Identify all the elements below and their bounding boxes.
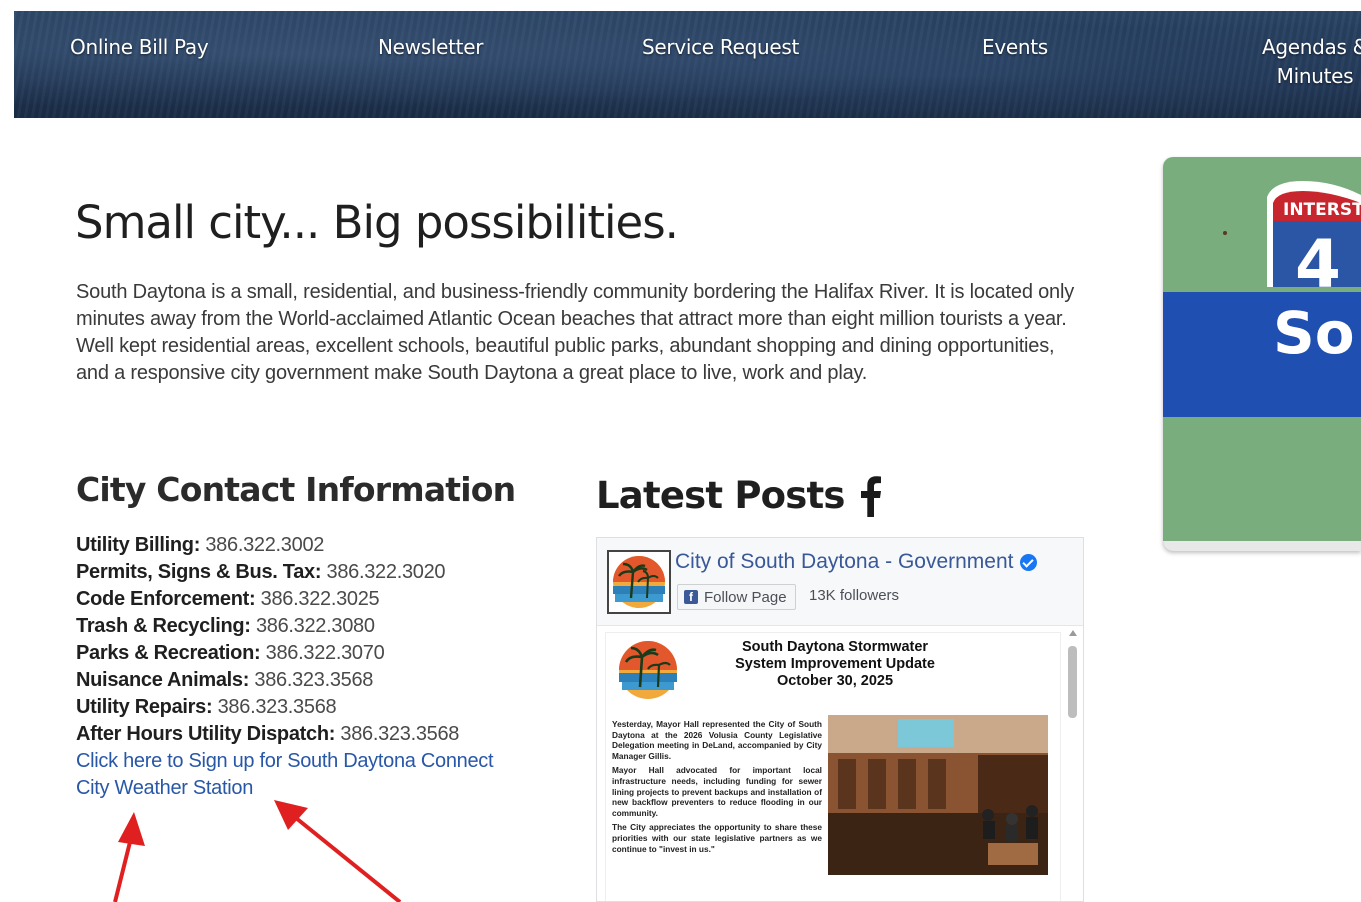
nav-agendas-minutes[interactable]: Agendas & Minutes: [1250, 33, 1361, 91]
arrow-left-icon: [113, 812, 145, 902]
follow-page-button[interactable]: f Follow Page: [677, 584, 796, 610]
facebook-post[interactable]: South Daytona Stormwater System Improvem…: [605, 632, 1061, 901]
contact-label: Nuisance Animals:: [76, 669, 250, 691]
contact-phone: 386.322.3080: [255, 615, 375, 637]
page-headline: Small city... Big possibilities.: [75, 196, 679, 249]
weather-station-link[interactable]: City Weather Station: [76, 775, 546, 802]
contact-phone: 386.323.3568: [217, 696, 337, 718]
facebook-icon[interactable]: [857, 475, 883, 517]
contact-phone: 386.322.3020: [326, 561, 446, 583]
post-paragraph: Yesterday, Mayor Hall represented the Ci…: [612, 719, 822, 761]
contact-row-trash-recycling: Trash & Recycling: 386.322.3080: [76, 613, 546, 640]
top-navigation: Online Bill Pay Newsletter Service Reque…: [14, 11, 1361, 118]
followers-count: 13K followers: [809, 587, 900, 604]
post-city-logo-icon: [619, 641, 677, 699]
scrollbar-thumb[interactable]: [1068, 646, 1077, 718]
contact-row-after-hours: After Hours Utility Dispatch: 386.323.35…: [76, 721, 546, 748]
contact-section-title: City Contact Information: [76, 470, 516, 509]
nav-newsletter[interactable]: Newsletter: [378, 33, 483, 62]
contact-row-parks-recreation: Parks & Recreation: 386.322.3070: [76, 640, 546, 667]
interstate-sign-graphic: INTERSTA 4 So: [1163, 157, 1361, 551]
facebook-page-name[interactable]: City of South Daytona - Government: [675, 550, 1037, 574]
nav-events[interactable]: Events: [982, 33, 1048, 62]
contact-label: Trash & Recycling:: [76, 615, 251, 637]
nav-online-bill-pay[interactable]: Online Bill Pay: [70, 33, 209, 62]
south-daytona-connect-link[interactable]: Click here to Sign up for South Daytona …: [76, 748, 546, 775]
arrow-right-icon: [274, 800, 402, 902]
scroll-up-arrow-icon[interactable]: [1069, 630, 1077, 636]
feed-scrollbar[interactable]: [1067, 630, 1079, 901]
city-logo-icon: [613, 556, 665, 608]
contact-row-permits: Permits, Signs & Bus. Tax: 386.322.3020: [76, 559, 546, 586]
contact-label: Utility Billing:: [76, 534, 201, 556]
contact-label: After Hours Utility Dispatch:: [76, 723, 336, 745]
contact-label: Utility Repairs:: [76, 696, 213, 718]
contact-phone: 386.322.3025: [260, 588, 380, 610]
facebook-page-name-text[interactable]: City of South Daytona - Government: [675, 550, 1014, 573]
post-paragraph: The City appreciates the opportunity to …: [612, 822, 822, 854]
page-avatar[interactable]: [607, 550, 671, 614]
side-banner-image[interactable]: INTERSTA 4 So: [1163, 157, 1361, 551]
latest-posts-label: Latest Posts: [596, 474, 845, 517]
contact-row-nuisance-animals: Nuisance Animals: 386.323.3568: [76, 667, 546, 694]
contact-phone: 386.322.3002: [205, 534, 325, 556]
contact-label: Permits, Signs & Bus. Tax:: [76, 561, 322, 583]
facebook-feed-widget: City of South Daytona - Government f Fol…: [596, 537, 1084, 902]
facebook-page-header: City of South Daytona - Government f Fol…: [597, 538, 1083, 626]
post-title: South Daytona Stormwater System Improvem…: [735, 639, 935, 689]
shield-label: INTERSTA: [1283, 200, 1361, 220]
follow-page-label: Follow Page: [704, 588, 787, 606]
intro-paragraph: South Daytona is a small, residential, a…: [76, 281, 1075, 384]
contact-label: Code Enforcement:: [76, 588, 256, 610]
meeting-room-photo[interactable]: [828, 715, 1048, 875]
nav-service-request[interactable]: Service Request: [642, 33, 799, 62]
contact-row-utility-repairs: Utility Repairs: 386.323.3568: [76, 694, 546, 721]
contact-row-code-enforcement: Code Enforcement: 386.322.3025: [76, 586, 546, 613]
post-paragraph: Mayor Hall advocated for important local…: [612, 765, 822, 818]
contact-row-utility-billing: Utility Billing: 386.322.3002: [76, 532, 546, 559]
latest-posts-title: Latest Posts: [596, 474, 883, 517]
post-body: Yesterday, Mayor Hall represented the Ci…: [612, 719, 822, 858]
contact-phone: 386.323.3568: [254, 669, 374, 691]
verified-badge-icon: [1019, 553, 1037, 571]
contact-phone: 386.322.3070: [265, 642, 385, 664]
facebook-small-icon: f: [684, 590, 698, 604]
shield-number: 4: [1295, 226, 1341, 303]
contact-phone: 386.323.3568: [340, 723, 460, 745]
sign-text: So: [1273, 299, 1355, 367]
contact-list: Utility Billing: 386.322.3002 Permits, S…: [76, 532, 546, 802]
contact-label: Parks & Recreation:: [76, 642, 261, 664]
